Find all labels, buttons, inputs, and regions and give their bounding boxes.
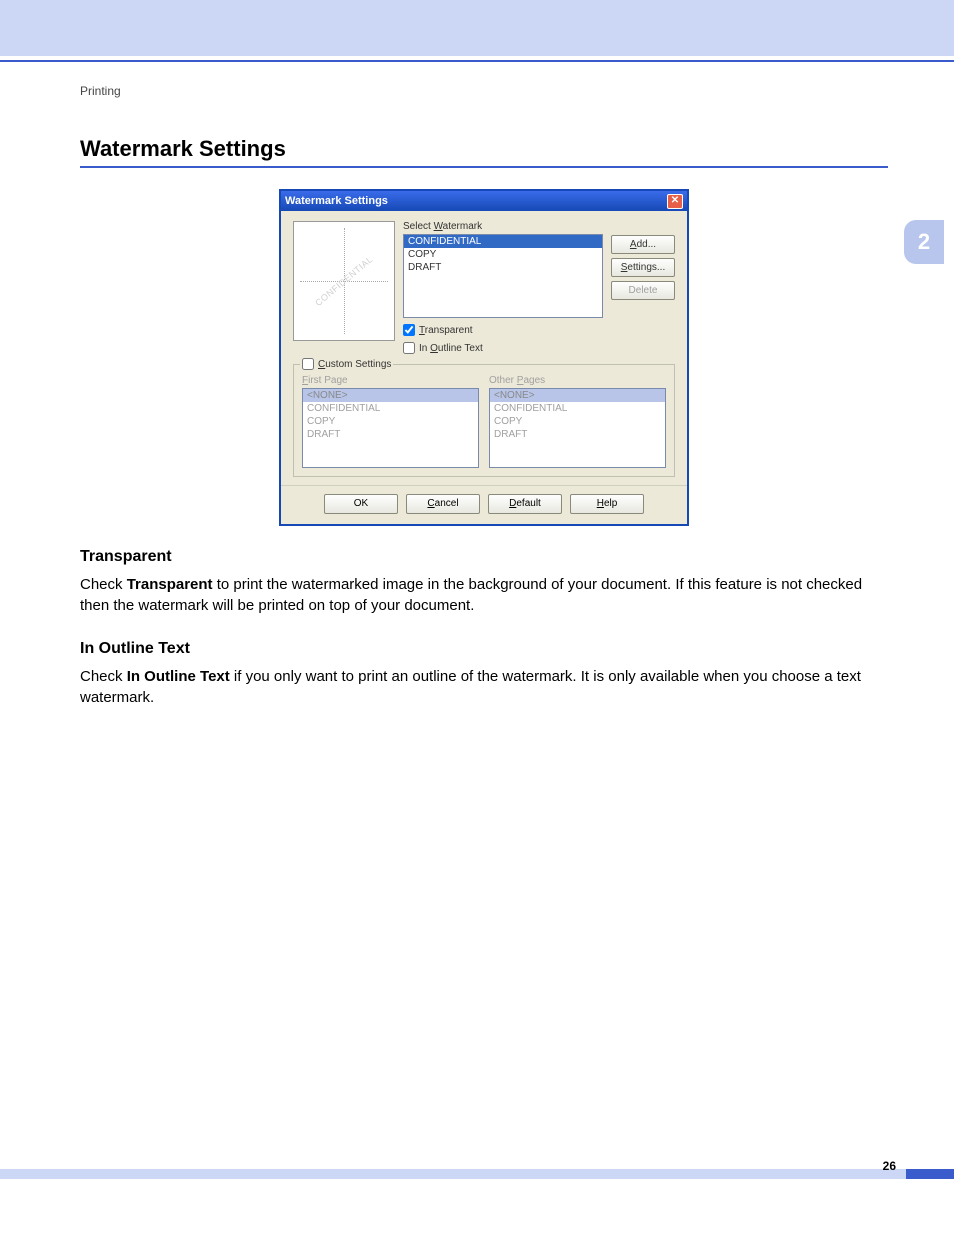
header-rule [0,60,954,62]
list-item: DRAFT [490,428,665,441]
breadcrumb: Printing [80,84,121,98]
close-icon[interactable]: ✕ [667,194,683,209]
dialog-body: CONFIDENTIAL Select Watermark CONFIDENTI… [281,211,687,485]
footer-rule-light [0,1169,906,1179]
chapter-tab: 2 [904,220,944,264]
watermark-preview: CONFIDENTIAL [293,221,395,341]
outline-checkbox-label: In Outline Text [419,343,483,354]
list-item[interactable]: DRAFT [404,261,602,274]
list-item: COPY [490,415,665,428]
outline-paragraph: Check In Outline Text if you only want t… [80,666,890,708]
page-title: Watermark Settings [80,136,286,162]
outline-heading: In Outline Text [80,640,890,658]
text-bold: Transparent [127,576,213,593]
default-button[interactable]: Default [488,494,562,514]
transparent-paragraph: Check Transparent to print the watermark… [80,574,890,616]
chapter-number: 2 [918,229,930,255]
transparent-checkbox[interactable] [403,324,415,336]
list-item: <NONE> [303,389,478,402]
transparent-heading: Transparent [80,548,890,566]
cancel-button[interactable]: Cancel [406,494,480,514]
list-item[interactable]: COPY [404,248,602,261]
outline-checkbox[interactable] [403,342,415,354]
settings-button[interactable]: Settings... [611,258,675,277]
custom-settings-checkbox[interactable] [302,358,314,370]
custom-settings-group: Custom Settings First Page <NONE> CONFID… [293,364,675,477]
text: Check [80,576,127,593]
text: Check [80,668,127,685]
dialog-title-text: Watermark Settings [285,195,667,207]
list-item: CONFIDENTIAL [303,402,478,415]
select-watermark-label: Select Watermark [403,221,603,232]
first-page-label: First Page [302,375,479,386]
footer-rule-accent [906,1169,954,1179]
transparent-checkbox-label: Transparent [419,325,473,336]
ok-button[interactable]: OK [324,494,398,514]
custom-settings-label: Custom Settings [318,359,391,370]
title-rule [80,166,888,168]
other-pages-label: Other Pages [489,375,666,386]
list-item: DRAFT [303,428,478,441]
add-button[interactable]: Add... [611,235,675,254]
dialog-footer: OK Cancel Default Help [281,485,687,524]
dialog-titlebar: Watermark Settings ✕ [281,191,687,211]
other-pages-listbox: <NONE> CONFIDENTIAL COPY DRAFT [489,388,666,468]
header-band [0,0,954,56]
section-transparent: Transparent Check Transparent to print t… [80,548,890,616]
watermark-listbox[interactable]: CONFIDENTIAL COPY DRAFT [403,234,603,318]
watermark-settings-dialog: Watermark Settings ✕ CONFIDENTIAL Select… [280,190,688,525]
list-item: <NONE> [490,389,665,402]
section-outline: In Outline Text Check In Outline Text if… [80,640,890,708]
list-item: CONFIDENTIAL [490,402,665,415]
delete-button: Delete [611,281,675,300]
first-page-listbox: <NONE> CONFIDENTIAL COPY DRAFT [302,388,479,468]
page-number: 26 [883,1159,896,1173]
text-bold: In Outline Text [127,668,230,685]
help-button[interactable]: Help [570,494,644,514]
list-item: COPY [303,415,478,428]
list-item[interactable]: CONFIDENTIAL [404,235,602,248]
